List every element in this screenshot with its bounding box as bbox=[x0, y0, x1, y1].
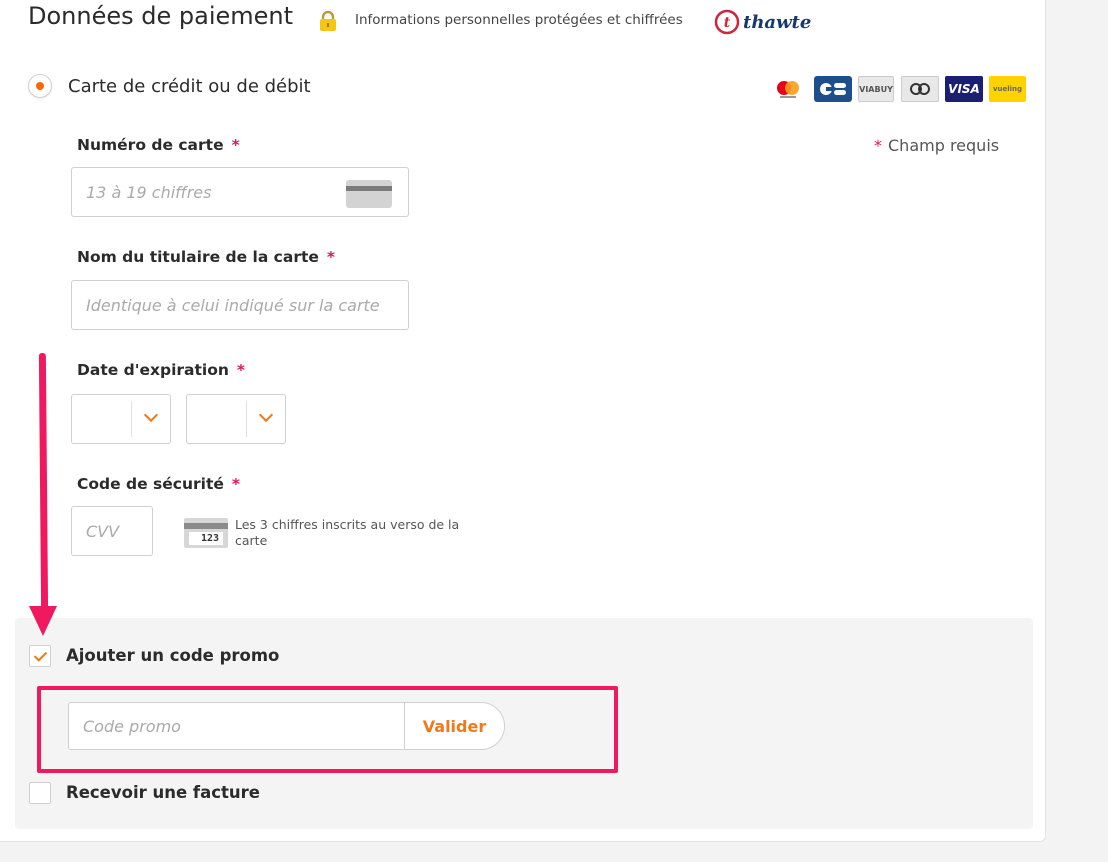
credit-card-icon bbox=[346, 180, 392, 208]
entropay-logo bbox=[901, 76, 939, 102]
required-field-note: * Champ requis bbox=[874, 136, 1000, 155]
promo-checkbox[interactable] bbox=[29, 645, 51, 667]
cvv-help-text: Les 3 chiffres inscrits au verso de la c… bbox=[235, 517, 460, 548]
thawte-wordmark: thawte bbox=[743, 11, 812, 33]
invoice-checkbox-label[interactable]: Recevoir une facture bbox=[66, 783, 260, 802]
thawte-seal-icon: t bbox=[714, 9, 740, 35]
secure-info-text: Informations personnelles protégées et c… bbox=[355, 12, 683, 28]
cvv-input[interactable] bbox=[71, 506, 153, 556]
chevron-down-icon bbox=[143, 407, 159, 423]
svg-text:t: t bbox=[724, 15, 731, 31]
thawte-logo: t thawte bbox=[714, 8, 811, 36]
cb-logo bbox=[814, 76, 852, 102]
visa-logo: VISA bbox=[945, 76, 983, 102]
card-payment-label[interactable]: Carte de crédit ou de débit bbox=[68, 76, 311, 97]
card-holder-label: Nom du titulaire de la carte * bbox=[77, 248, 335, 266]
viabuy-logo: VIABUY bbox=[858, 76, 894, 102]
annotation-arrow-head bbox=[29, 606, 57, 636]
validate-promo-button[interactable]: Valider bbox=[404, 702, 505, 750]
lock-icon bbox=[320, 10, 336, 31]
expiry-year-select[interactable] bbox=[186, 394, 286, 444]
expiry-month-select[interactable] bbox=[71, 394, 171, 444]
vueling-logo: vueling bbox=[989, 76, 1026, 102]
promo-checkbox-label[interactable]: Ajouter un code promo bbox=[66, 646, 279, 665]
mastercard-logo bbox=[772, 76, 804, 102]
card-payment-radio[interactable] bbox=[28, 74, 52, 98]
cvv-card-icon: 123 bbox=[184, 518, 228, 548]
card-number-label: Numéro de carte * bbox=[77, 136, 240, 154]
expiry-label: Date d'expiration * bbox=[77, 361, 246, 379]
promo-code-input[interactable] bbox=[68, 702, 405, 750]
invoice-checkbox[interactable] bbox=[29, 782, 51, 804]
page-title: Données de paiement bbox=[28, 2, 294, 30]
cvv-label: Code de sécurité * bbox=[77, 475, 240, 493]
card-holder-input[interactable] bbox=[71, 280, 409, 330]
chevron-down-icon bbox=[258, 407, 274, 423]
